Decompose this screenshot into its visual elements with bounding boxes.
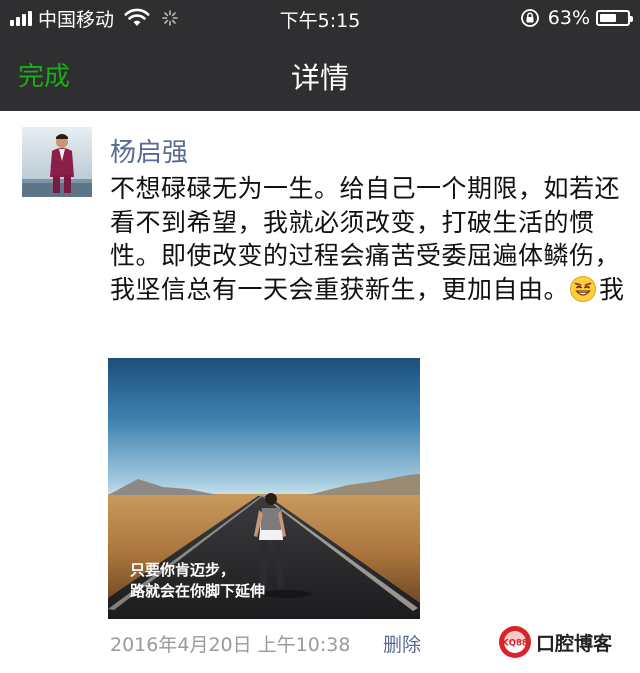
battery-fill [600, 14, 616, 22]
post-image[interactable]: 只要你肯迈步， 路就会在你脚下延伸 [108, 358, 420, 619]
post-text: 不想碌碌无为一生。给自己一个期限，如若还看不到希望，我就必须改变，打破生活的惯性… [110, 172, 630, 306]
watermark: KQ88 口腔博客 [498, 620, 628, 664]
status-bar-right: 63% [520, 6, 633, 30]
post-timestamp: 2016年4月20日 上午10:38 [110, 634, 351, 656]
post-author-name[interactable]: 杨启强 [110, 132, 188, 169]
battery-percent: 63% [547, 7, 590, 29]
avatar[interactable] [22, 127, 92, 197]
battery-icon [596, 10, 633, 26]
delete-button[interactable]: 删除 [383, 630, 421, 657]
image-caption: 只要你肯迈步， 路就会在你脚下延伸 [130, 560, 265, 602]
kq88-logo-icon: KQ88 [499, 626, 531, 658]
page-title: 详情 [290, 61, 349, 95]
image-caption-line-2: 路就会在你脚下延伸 [130, 582, 266, 600]
post-body: 不想碌碌无为一生。给自己一个期限，如若还看不到希望，我就必须改变，打破生活的惯性… [110, 174, 621, 304]
svg-text:KQ88: KQ88 [502, 639, 528, 649]
post-trailing-text: 我 [599, 274, 625, 304]
watermark-text: 口腔博客 [536, 632, 613, 655]
image-caption-line-1: 只要你肯迈步， [130, 561, 236, 579]
orientation-lock-icon [520, 9, 539, 27]
top-header: 中国移动 下午5:15 63% 完成 详情 [0, 0, 640, 111]
grin-emoji-icon [570, 275, 597, 302]
